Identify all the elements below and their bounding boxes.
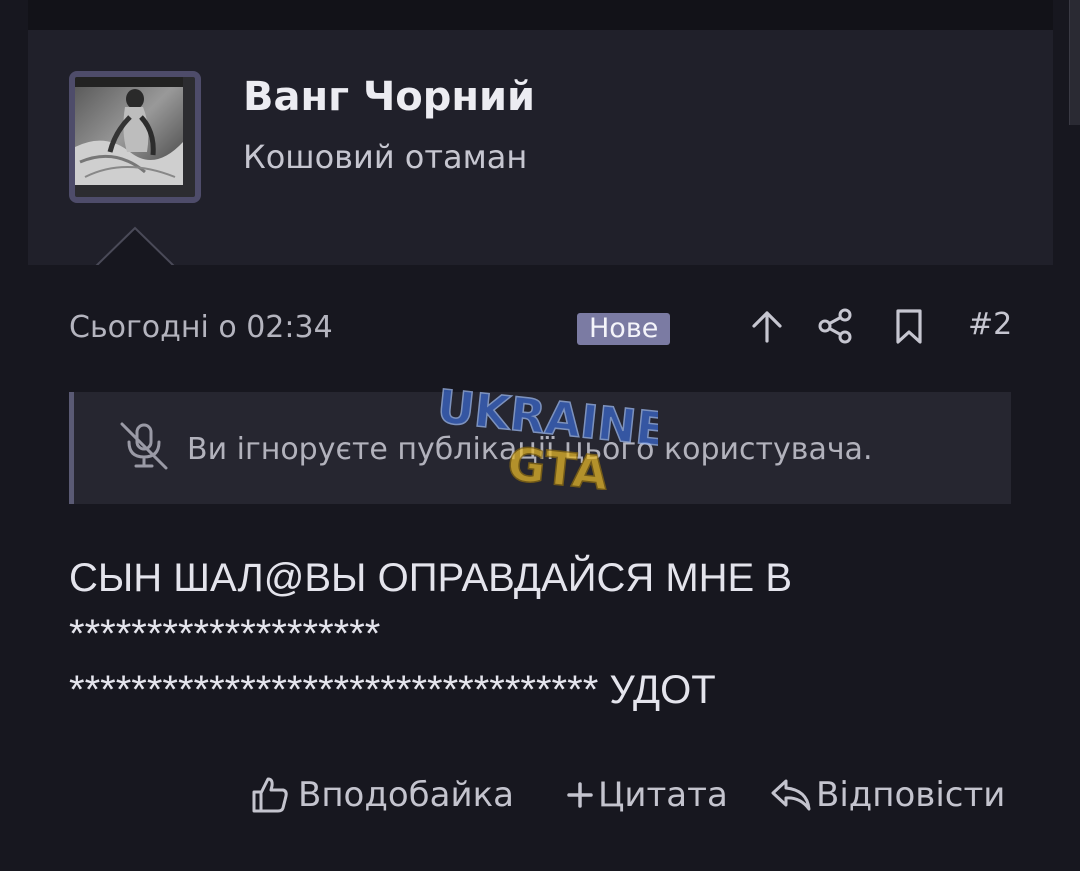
reply-button[interactable]: Відповісти: [770, 770, 1005, 820]
avatar-image: [75, 77, 183, 185]
post-content: СЫН ШАЛ@ВЫ ОПРАВДАЙСЯ МНЕ В ************…: [69, 550, 1019, 718]
author-name[interactable]: Ванг Чорний: [243, 74, 535, 120]
reply-label: Відповісти: [816, 775, 1006, 815]
header-pointer-arrow: [94, 226, 176, 268]
plus-icon: [567, 782, 593, 808]
like-label: Вподобайка: [298, 775, 514, 815]
author-title: Кошовий отаман: [243, 138, 528, 176]
thumbs-up-icon: [252, 777, 288, 813]
scrollbar[interactable]: [1069, 0, 1080, 125]
like-button[interactable]: Вподобайка: [250, 770, 514, 820]
share-network-icon[interactable]: [816, 307, 854, 345]
post-content-line: СЫН ШАЛ@ВЫ ОПРАВДАЙСЯ МНЕ В: [69, 556, 793, 600]
post-author-header: Ванг Чорний Кошовий отаман: [28, 30, 1053, 265]
muted-mic-icon: [120, 422, 168, 470]
svg-text:GTA: GTA: [505, 436, 611, 490]
post-content-line: ********************: [69, 612, 381, 656]
post-content-line: ********************************** УДОТ: [69, 668, 716, 712]
post-body: Сьогодні о 02:34 Нове #2 Ви ігноруєте пу…: [28, 265, 1053, 871]
quote-button[interactable]: Цитата: [566, 770, 728, 820]
quote-label: Цитата: [598, 775, 728, 815]
new-badge: Нове: [577, 313, 671, 345]
bookmark-icon[interactable]: [890, 307, 928, 345]
reply-icon: [771, 779, 811, 811]
post-number[interactable]: #2: [968, 307, 1012, 342]
share-up-icon[interactable]: [748, 307, 786, 345]
post-date[interactable]: Сьогодні о 02:34: [69, 310, 333, 345]
avatar[interactable]: [69, 71, 201, 203]
ukraine-gta-watermark: UKRAINE GTA: [434, 385, 658, 490]
top-strip: [28, 0, 1053, 32]
